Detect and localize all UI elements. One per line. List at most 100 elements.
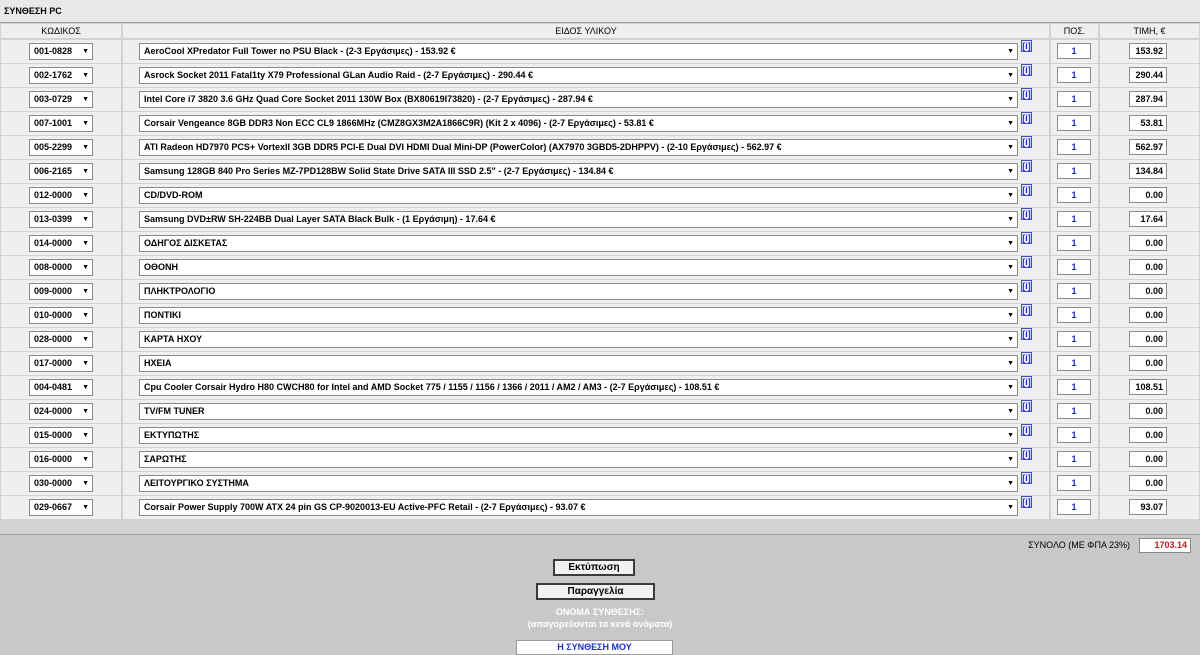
quantity-input[interactable]: 1 (1057, 115, 1091, 131)
item-value: ΗΧΕΙΑ (144, 358, 172, 368)
print-button[interactable]: Εκτύπωση (553, 559, 635, 576)
item-select[interactable]: Cpu Cooler Corsair Hydro H80 CWCH80 for … (139, 379, 1018, 396)
item-select[interactable]: CD/DVD-ROM ▼ (139, 187, 1018, 204)
code-select[interactable]: 008-0000 ▼ (29, 259, 93, 276)
item-value: ΠΟΝΤΙΚΙ (144, 310, 181, 320)
item-select[interactable]: ΟΘΟΝΗ ▼ (139, 259, 1018, 276)
quantity-input[interactable]: 1 (1057, 307, 1091, 323)
quantity-input[interactable]: 1 (1057, 139, 1091, 155)
code-select[interactable]: 013-0399 ▼ (29, 211, 93, 228)
item-select[interactable]: Samsung DVD±RW SH-224BB Dual Layer SATA … (139, 211, 1018, 228)
info-icon[interactable]: [i] (1021, 88, 1032, 100)
item-select[interactable]: Corsair Vengeance 8GB DDR3 Non ECC CL9 1… (139, 115, 1018, 132)
composition-name-input[interactable]: Η ΣΥΝΘΕΣΗ ΜΟΥ (516, 640, 673, 655)
item-select[interactable]: Asrock Socket 2011 Fatal1ty X79 Professi… (139, 67, 1018, 84)
code-select[interactable]: 007-1001 ▼ (29, 115, 93, 132)
item-select[interactable]: TV/FM TUNER ▼ (139, 403, 1018, 420)
quantity-input[interactable]: 1 (1057, 163, 1091, 179)
quantity-input[interactable]: 1 (1057, 283, 1091, 299)
code-select[interactable]: 005-2299 ▼ (29, 139, 93, 156)
item-value: CD/DVD-ROM (144, 190, 203, 200)
info-icon[interactable]: [i] (1021, 40, 1032, 52)
info-icon[interactable]: [i] (1021, 328, 1032, 340)
item-select[interactable]: AeroCool XPredator Full Tower no PSU Bla… (139, 43, 1018, 60)
quantity-input[interactable]: 1 (1057, 187, 1091, 203)
code-select[interactable]: 002-1762 ▼ (29, 67, 93, 84)
info-icon[interactable]: [i] (1021, 496, 1032, 508)
item-select[interactable]: Intel Core i7 3820 3.6 GHz Quad Core Soc… (139, 91, 1018, 108)
chevron-down-icon: ▼ (1005, 308, 1014, 323)
quantity-input[interactable]: 1 (1057, 499, 1091, 515)
code-select[interactable]: 009-0000 ▼ (29, 283, 93, 300)
quantity-input[interactable]: 1 (1057, 403, 1091, 419)
code-select[interactable]: 001-0828 ▼ (29, 43, 93, 60)
quantity-input[interactable]: 1 (1057, 235, 1091, 251)
code-select[interactable]: 015-0000 ▼ (29, 427, 93, 444)
item-select[interactable]: ΣΑΡΩΤΗΣ ▼ (139, 451, 1018, 468)
code-select[interactable]: 012-0000 ▼ (29, 187, 93, 204)
code-select[interactable]: 010-0000 ▼ (29, 307, 93, 324)
table-row: 005-2299 ▼ ATI Radeon HD7970 PCS+ VortexII… (0, 136, 1200, 159)
info-icon[interactable]: [i] (1021, 208, 1032, 220)
price-value: 108.51 (1129, 379, 1167, 395)
quantity-input[interactable]: 1 (1057, 43, 1091, 59)
info-icon[interactable]: [i] (1021, 136, 1032, 148)
table-row: 024-0000 ▼ TV/FM TUNER ▼ [i] 1 0.00 (0, 400, 1200, 423)
info-icon[interactable]: [i] (1021, 352, 1032, 364)
item-select[interactable]: Samsung 128GB 840 Pro Series MZ-7PD128BW… (139, 163, 1018, 180)
code-select[interactable]: 017-0000 ▼ (29, 355, 93, 372)
chevron-down-icon: ▼ (1005, 236, 1014, 251)
info-icon[interactable]: [i] (1021, 376, 1032, 388)
code-value: 004-0481 (34, 382, 73, 392)
price-value: 0.00 (1129, 187, 1167, 203)
code-select[interactable]: 029-0667 ▼ (29, 499, 93, 516)
info-icon[interactable]: [i] (1021, 256, 1032, 268)
item-select[interactable]: ΕΚΤΥΠΩΤΗΣ ▼ (139, 427, 1018, 444)
quantity-input[interactable]: 1 (1057, 379, 1091, 395)
item-select[interactable]: ΟΔΗΓΟΣ ΔΙΣΚΕΤΑΣ ▼ (139, 235, 1018, 252)
quantity-input[interactable]: 1 (1057, 211, 1091, 227)
item-select[interactable]: ΠΟΝΤΙΚΙ ▼ (139, 307, 1018, 324)
info-icon[interactable]: [i] (1021, 232, 1032, 244)
info-icon[interactable]: [i] (1021, 304, 1032, 316)
quantity-input[interactable]: 1 (1057, 451, 1091, 467)
item-select[interactable]: ΠΛΗΚΤΡΟΛΟΓΙΟ ▼ (139, 283, 1018, 300)
info-icon[interactable]: [i] (1021, 280, 1032, 292)
info-icon[interactable]: [i] (1021, 112, 1032, 124)
info-icon[interactable]: [i] (1021, 400, 1032, 412)
info-icon[interactable]: [i] (1021, 448, 1032, 460)
info-icon[interactable]: [i] (1021, 64, 1032, 76)
price-value: 0.00 (1129, 427, 1167, 443)
quantity-input[interactable]: 1 (1057, 427, 1091, 443)
quantity-input[interactable]: 1 (1057, 67, 1091, 83)
chevron-down-icon: ▼ (1005, 68, 1014, 83)
quantity-input[interactable]: 1 (1057, 475, 1091, 491)
info-icon[interactable]: [i] (1021, 424, 1032, 436)
code-select[interactable]: 004-0481 ▼ (29, 379, 93, 396)
quantity-input[interactable]: 1 (1057, 331, 1091, 347)
code-select[interactable]: 030-0000 ▼ (29, 475, 93, 492)
chevron-down-icon: ▼ (82, 192, 89, 199)
info-icon[interactable]: [i] (1021, 184, 1032, 196)
page-title: ΣΥΝΘΕΣΗ PC (4, 6, 62, 16)
item-select[interactable]: ΗΧΕΙΑ ▼ (139, 355, 1018, 372)
code-select[interactable]: 016-0000 ▼ (29, 451, 93, 468)
item-select[interactable]: ΛΕΙΤΟΥΡΓΙΚΟ ΣΥΣΤΗΜΑ ▼ (139, 475, 1018, 492)
info-icon[interactable]: [i] (1021, 160, 1032, 172)
item-value: Corsair Vengeance 8GB DDR3 Non ECC CL9 1… (144, 118, 654, 128)
item-select[interactable]: Corsair Power Supply 700W ATX 24 pin GS … (139, 499, 1018, 516)
price-value: 0.00 (1129, 331, 1167, 347)
code-value: 008-0000 (34, 262, 73, 272)
order-button[interactable]: Παραγγελία (536, 583, 655, 600)
code-select[interactable]: 003-0729 ▼ (29, 91, 93, 108)
quantity-input[interactable]: 1 (1057, 259, 1091, 275)
code-select[interactable]: 024-0000 ▼ (29, 403, 93, 420)
quantity-input[interactable]: 1 (1057, 355, 1091, 371)
item-select[interactable]: ATI Radeon HD7970 PCS+ VortexII 3GB DDR5… (139, 139, 1018, 156)
code-select[interactable]: 014-0000 ▼ (29, 235, 93, 252)
item-select[interactable]: ΚΑΡΤΑ ΗΧΟΥ ▼ (139, 331, 1018, 348)
info-icon[interactable]: [i] (1021, 472, 1032, 484)
code-select[interactable]: 006-2165 ▼ (29, 163, 93, 180)
code-select[interactable]: 028-0000 ▼ (29, 331, 93, 348)
quantity-input[interactable]: 1 (1057, 91, 1091, 107)
